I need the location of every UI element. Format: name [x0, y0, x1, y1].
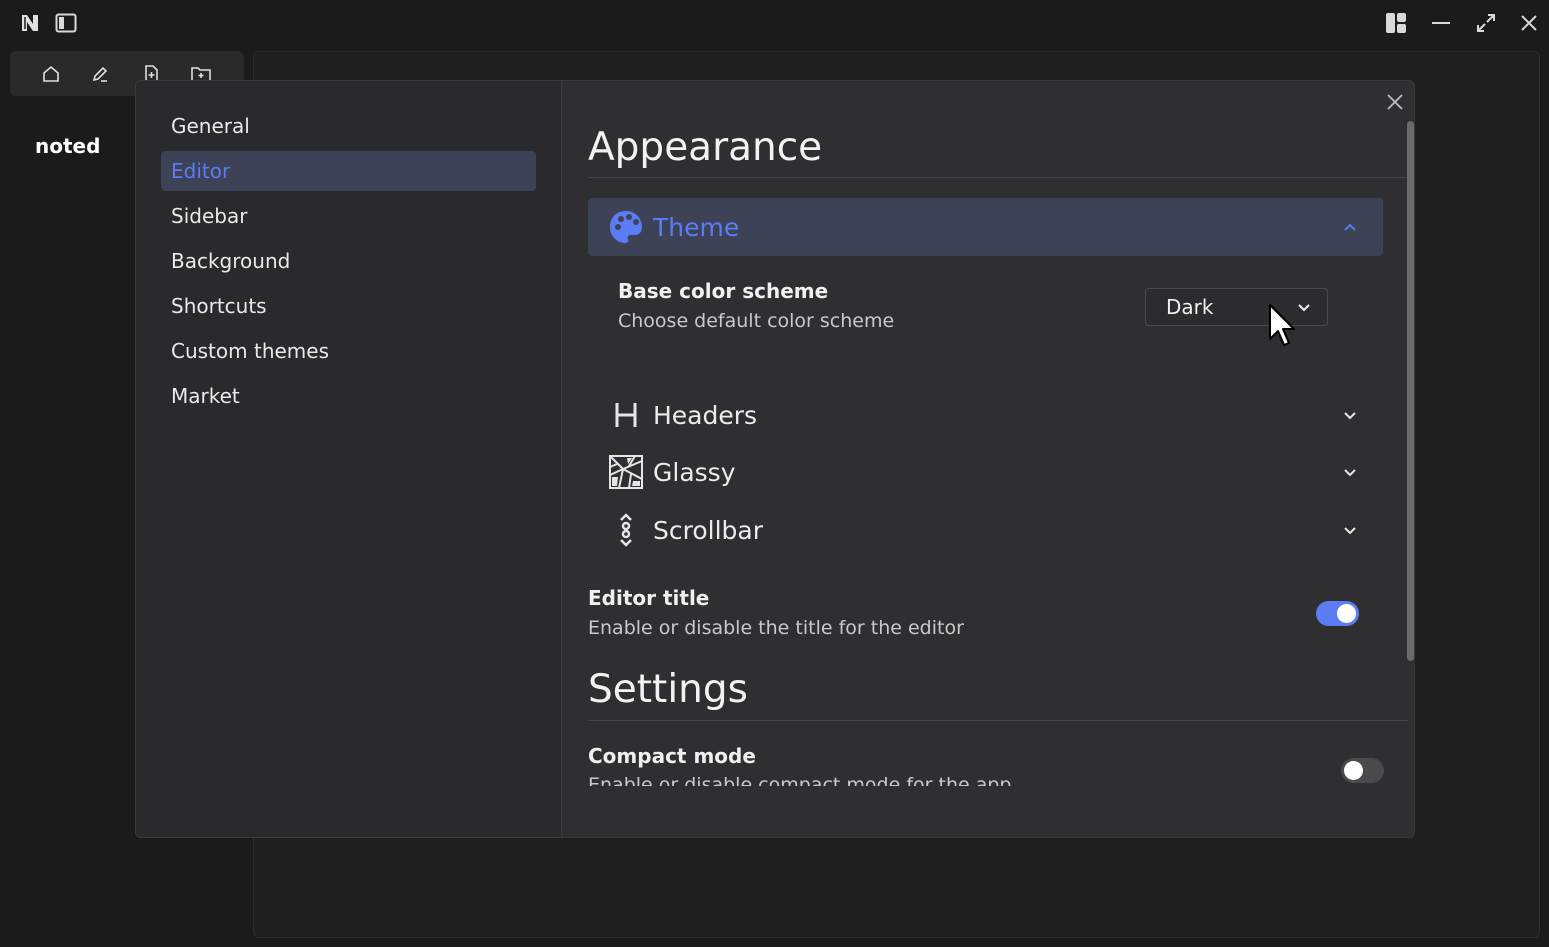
- glassy-accordion-header[interactable]: Glassy: [588, 443, 1383, 501]
- glassy-label: Glassy: [653, 457, 736, 487]
- layout-icon[interactable]: [1384, 11, 1408, 35]
- settings-title: Settings: [588, 667, 748, 712]
- nav-item-custom-themes[interactable]: Custom themes: [161, 331, 536, 371]
- edit-icon[interactable]: [89, 63, 111, 85]
- heading-icon: [608, 397, 644, 433]
- headers-label: Headers: [653, 400, 758, 430]
- maximize-icon[interactable]: [1474, 11, 1498, 35]
- base-color-scheme-title: Base color scheme: [618, 279, 829, 303]
- scrollbar-label: Scrollbar: [653, 515, 763, 545]
- nav-item-editor[interactable]: Editor: [161, 151, 536, 191]
- chevron-down-icon: [1296, 299, 1312, 315]
- settings-modal: General Editor Sidebar Background Shortc…: [135, 80, 1415, 838]
- editor-title-description: Enable or disable the title for the edit…: [588, 617, 964, 639]
- sidebar-toggle-icon[interactable]: [54, 11, 78, 35]
- headers-accordion-header[interactable]: Headers: [588, 386, 1383, 444]
- glass-icon: [608, 454, 644, 490]
- nav-item-background[interactable]: Background: [161, 241, 536, 281]
- color-scheme-select[interactable]: Dark: [1145, 288, 1328, 326]
- toggle-knob: [1344, 761, 1363, 780]
- chevron-up-icon: [1340, 217, 1360, 237]
- color-scheme-value: Dark: [1166, 295, 1214, 319]
- chevron-down-icon: [1340, 520, 1360, 540]
- nav-item-general[interactable]: General: [161, 106, 536, 146]
- app-brand: noted: [35, 134, 101, 158]
- compact-mode-title: Compact mode: [588, 744, 756, 768]
- scrollbar-accordion-header[interactable]: Scrollbar: [588, 501, 1383, 559]
- section-divider: [588, 720, 1408, 721]
- settings-scrollbar[interactable]: [1407, 121, 1414, 661]
- home-icon[interactable]: [40, 63, 62, 85]
- compact-mode-description: Enable or disable compact mode for the a…: [588, 774, 1012, 786]
- scrollbar-icon: [608, 512, 644, 548]
- palette-icon: [608, 209, 644, 245]
- chevron-down-icon: [1340, 405, 1360, 425]
- editor-title-title: Editor title: [588, 586, 710, 610]
- title-bar: [0, 0, 1549, 46]
- appearance-title: Appearance: [588, 125, 823, 170]
- settings-nav: General Editor Sidebar Background Shortc…: [136, 81, 562, 837]
- settings-content: Appearance Theme Base color scheme Choos…: [588, 81, 1408, 786]
- minimize-icon[interactable]: [1429, 11, 1453, 35]
- section-divider: [588, 177, 1408, 178]
- base-color-scheme-description: Choose default color scheme: [618, 310, 895, 332]
- nav-item-sidebar[interactable]: Sidebar: [161, 196, 536, 236]
- chevron-down-icon: [1340, 462, 1360, 482]
- close-window-icon[interactable]: [1517, 11, 1541, 35]
- app-logo-icon: [18, 11, 42, 35]
- theme-accordion-header[interactable]: Theme: [588, 198, 1383, 256]
- toggle-knob: [1337, 604, 1356, 623]
- editor-title-toggle[interactable]: [1316, 601, 1359, 626]
- mouse-cursor-icon: [1268, 303, 1298, 347]
- nav-item-shortcuts[interactable]: Shortcuts: [161, 286, 536, 326]
- theme-label: Theme: [653, 212, 740, 242]
- compact-mode-toggle[interactable]: [1341, 758, 1384, 783]
- nav-item-market[interactable]: Market: [161, 376, 536, 416]
